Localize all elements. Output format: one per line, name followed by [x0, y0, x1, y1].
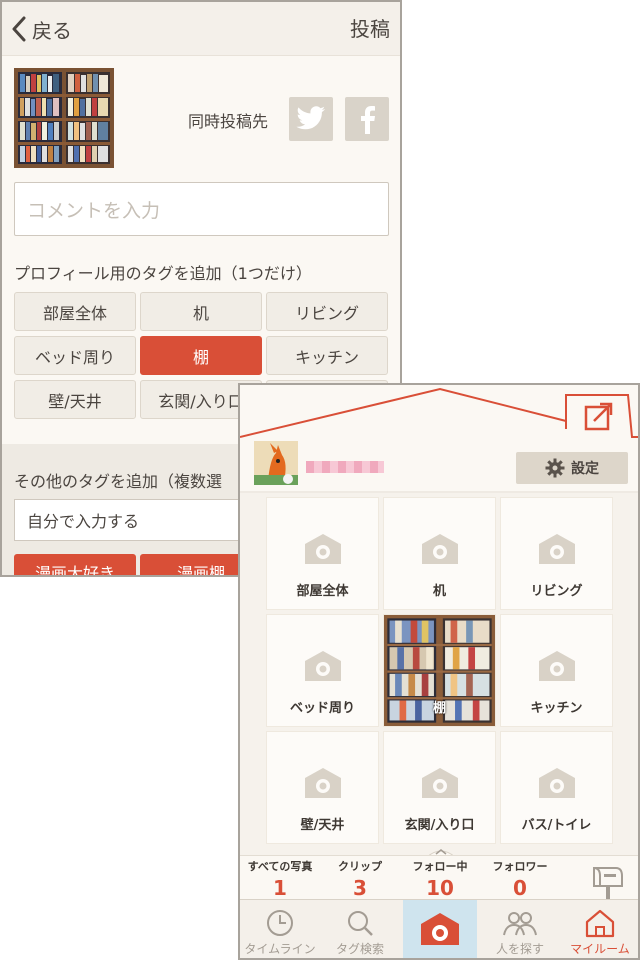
camera-house-icon: [304, 651, 341, 681]
tab-my-room[interactable]: マイルーム: [560, 900, 638, 958]
twitter-share-button[interactable]: [289, 97, 333, 141]
people-icon: [503, 912, 537, 936]
chevron-left-icon: [12, 16, 26, 42]
category-cell[interactable]: キッチン: [500, 614, 613, 727]
tab-tag-search[interactable]: タグ検索: [320, 900, 400, 958]
facebook-icon: [361, 106, 375, 134]
stat-value: 1: [273, 876, 287, 900]
composite-screenshot: 戻る 投稿 同時投稿先 コメントを入力 プロフィール用のタグを追加（1つだけ） …: [0, 0, 640, 960]
back-label: 戻る: [32, 18, 72, 43]
home-icon: [585, 909, 615, 938]
stat-followers[interactable]: フォロワー 0: [480, 858, 560, 900]
stat-label: すべての写真: [247, 860, 313, 873]
category-cell[interactable]: 部屋全体: [266, 497, 379, 610]
custom-tag-input-label: 自分で入力する: [27, 512, 140, 531]
category-cell[interactable]: ベッド周り: [266, 614, 379, 727]
stat-label: フォロー中: [412, 860, 468, 873]
category-label: 机: [432, 584, 446, 599]
stats-bar: すべての写真 1 クリップ 3 フォロー中 10 フォロワー 0: [240, 855, 638, 902]
category-cell[interactable]: バス/トイレ: [500, 731, 613, 844]
facebook-share-button[interactable]: [345, 97, 389, 141]
clock-icon: [267, 910, 293, 936]
camera-house-icon: [421, 768, 458, 798]
comment-input[interactable]: コメントを入力: [14, 182, 389, 236]
post-photo-thumbnail: [14, 68, 114, 168]
share-external-icon: [584, 402, 613, 431]
post-button[interactable]: 投稿: [350, 14, 390, 44]
tab-post-photo[interactable]: [403, 900, 477, 958]
category-label: 棚: [432, 701, 446, 716]
tab-find-people[interactable]: 人を探す: [480, 900, 560, 958]
camera-house-icon: [538, 651, 575, 681]
category-label: 壁/天井: [300, 818, 345, 833]
other-tag-chip[interactable]: 漫画大好き: [14, 554, 136, 575]
category-cell[interactable]: 机: [383, 497, 496, 610]
stat-value: 0: [513, 876, 527, 900]
profile-tag[interactable]: リビング: [266, 292, 388, 331]
camera-house-icon: [421, 913, 459, 945]
tab-label: タグ検索: [335, 942, 384, 956]
category-label: ベッド周り: [289, 701, 355, 716]
nav-bar: 戻る 投稿: [2, 2, 400, 56]
category-cell[interactable]: 玄関/入り口: [383, 731, 496, 844]
profile-tag[interactable]: キッチン: [266, 336, 388, 375]
profile-tags-title: プロフィール用のタグを追加（1つだけ）: [14, 264, 312, 283]
share-to-label: 同時投稿先: [188, 112, 269, 131]
profile-tag[interactable]: ベッド周り: [14, 336, 136, 375]
myroom-header: 設定: [240, 385, 638, 493]
category-cell-with-photo[interactable]: 棚: [383, 614, 496, 727]
tab-bar: タイムライン タグ検索 人を探す マイルーム: [240, 899, 638, 958]
category-label: 玄関/入り口: [404, 818, 475, 833]
search-icon: [348, 911, 373, 936]
camera-house-icon: [421, 534, 458, 564]
category-label: リビング: [530, 584, 583, 599]
category-label: キッチン: [530, 701, 583, 716]
myroom-screen: 設定 部屋全体 机 リビング ベッド周り 棚 キッチン 壁/天井 玄関/入り口 …: [238, 383, 640, 960]
twitter-icon: [296, 106, 325, 130]
profile-tag[interactable]: 部屋全体: [14, 292, 136, 331]
profile-tag[interactable]: 机: [140, 292, 262, 331]
stat-value: 3: [353, 876, 367, 900]
username-redacted: [306, 461, 384, 473]
avatar[interactable]: [254, 441, 298, 485]
tab-label: タイムライン: [244, 942, 316, 956]
stat-label: クリップ: [338, 860, 382, 873]
camera-house-icon: [538, 768, 575, 798]
mailbox-icon: [593, 867, 623, 902]
stat-all-photos[interactable]: すべての写真 1: [240, 858, 320, 900]
camera-house-icon: [304, 768, 341, 798]
category-cell[interactable]: 壁/天井: [266, 731, 379, 844]
room-category-grid: 部屋全体 机 リビング ベッド周り 棚 キッチン 壁/天井 玄関/入り口 バス/…: [266, 497, 614, 855]
camera-house-icon: [538, 534, 575, 564]
category-label: バス/トイレ: [521, 818, 592, 833]
profile-tag-selected[interactable]: 棚: [140, 336, 262, 375]
category-label: 部屋全体: [296, 584, 349, 599]
other-tags-title: その他のタグを追加（複数選: [14, 472, 223, 491]
external-share-button[interactable]: [580, 399, 616, 435]
gear-icon: [545, 458, 565, 478]
category-cell[interactable]: リビング: [500, 497, 613, 610]
stat-following[interactable]: フォロー中 10: [400, 858, 480, 900]
comment-placeholder: コメントを入力: [27, 199, 161, 222]
stat-clips[interactable]: クリップ 3: [320, 858, 400, 900]
tab-label: 人を探す: [495, 942, 544, 956]
camera-house-icon: [304, 534, 341, 564]
stat-value: 10: [426, 876, 454, 900]
profile-tag[interactable]: 壁/天井: [14, 380, 136, 419]
tab-timeline[interactable]: タイムライン: [240, 900, 320, 958]
tab-label: マイルーム: [570, 942, 630, 956]
settings-button[interactable]: 設定: [516, 452, 628, 484]
back-button[interactable]: 戻る: [10, 14, 72, 44]
stat-label: フォロワー: [492, 860, 548, 873]
settings-label: 設定: [571, 461, 599, 477]
